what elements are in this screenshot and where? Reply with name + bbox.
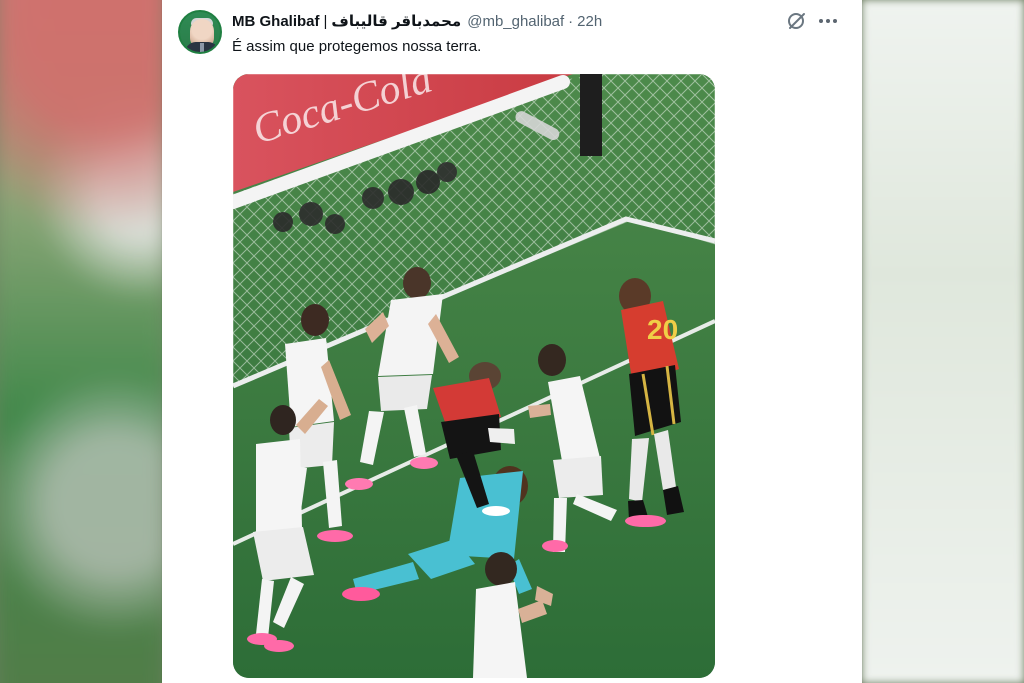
more-icon[interactable] [816, 10, 840, 32]
post-image[interactable]: Coca-Cola 20 [233, 74, 715, 678]
post-actions [786, 8, 844, 36]
left-background-blur [0, 0, 169, 683]
social-post-screenshot: MB Ghalibaf | محمدباقر قالیباف @mb_ghali… [0, 0, 1024, 683]
user-handle[interactable]: @mb_ghalibaf [467, 12, 564, 32]
rtl-display-name[interactable]: محمدباقر قالیباف [331, 12, 461, 32]
post-time[interactable]: 22h [577, 12, 602, 32]
time-separator: · [568, 13, 574, 30]
post-header: MB Ghalibaf | محمدباقر قالیباف @mb_ghali… [232, 12, 792, 32]
grok-icon[interactable] [786, 10, 808, 32]
post-text: É assim que protegemos nossa terra. [232, 38, 482, 55]
right-background-blur [862, 0, 1024, 683]
red-player-number: 20 [647, 314, 678, 345]
football-photo: Coca-Cola 20 [233, 74, 715, 678]
name-separator: | [323, 13, 328, 30]
avatar-tie [200, 43, 204, 52]
post-card: MB Ghalibaf | محمدباقر قالیباف @mb_ghali… [162, 0, 862, 683]
avatar[interactable] [178, 10, 222, 54]
display-name[interactable]: MB Ghalibaf [232, 12, 320, 32]
